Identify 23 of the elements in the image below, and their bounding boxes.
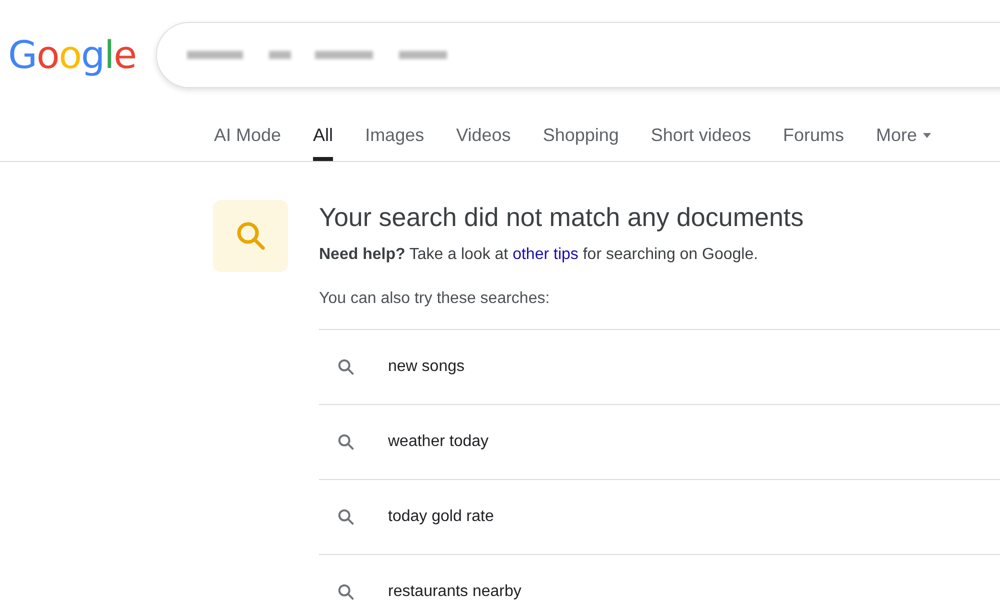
suggestion-row[interactable]: new songs xyxy=(319,330,1000,405)
tab[interactable]: More xyxy=(876,110,931,161)
suggestion-row[interactable]: restaurants nearby xyxy=(319,555,1000,600)
caret-icon xyxy=(922,133,931,138)
tab[interactable]: AI Mode xyxy=(214,110,282,161)
tab[interactable]: Shopping xyxy=(542,110,619,161)
help-text: Need help? Take a look at other tips for searching on Google. xyxy=(319,245,760,265)
suggestions-label: You can also try these searches: xyxy=(319,289,551,309)
suggestion-row[interactable]: today gold rate xyxy=(319,480,1000,555)
no-results-heading: Your search did not match any documents xyxy=(319,201,805,234)
tab[interactable]: Videos xyxy=(456,110,511,161)
tab[interactable]: Forums xyxy=(782,110,844,161)
tab[interactable]: All xyxy=(313,110,334,161)
search-icon xyxy=(336,357,356,377)
search-icon xyxy=(336,507,356,527)
search-icon xyxy=(336,432,356,452)
tab[interactable]: Short videos xyxy=(650,110,751,161)
tab[interactable]: Images xyxy=(365,110,424,161)
logo[interactable]: Google xyxy=(8,26,136,84)
suggestion-row[interactable]: weather today xyxy=(319,405,1000,480)
search-field[interactable] xyxy=(156,22,1000,88)
search-icon xyxy=(336,582,356,600)
other-tips-link[interactable]: other tips xyxy=(512,246,578,263)
